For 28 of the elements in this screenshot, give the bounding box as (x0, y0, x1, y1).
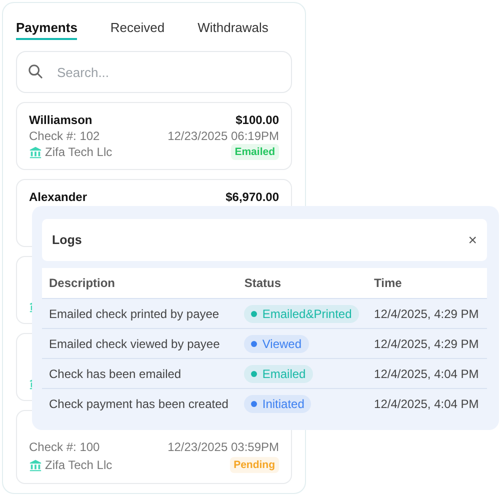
date: 12/23/2025 06:19PM (168, 129, 279, 143)
status-badge: Pending (230, 457, 279, 473)
column-header: Description (42, 268, 238, 298)
status-badge: Viewed (244, 334, 309, 352)
table-cell: Emailed check viewed by payee (42, 328, 238, 358)
check-number: Check #: 100 (29, 440, 100, 454)
status-badge: Emailed (230, 144, 279, 160)
amount: $6,970.00 (226, 190, 279, 204)
column-header: Status (237, 268, 368, 298)
check-number: Check #: 102 (29, 129, 100, 143)
table-cell: Emailed check printed by payee (42, 298, 238, 328)
table-cell: 12/4/2025, 4:04 PM (367, 388, 487, 418)
date: 12/23/2025 03:59PM (168, 440, 279, 454)
table-cell: 12/4/2025, 4:29 PM (367, 328, 487, 358)
status-badge: Initiated (244, 394, 312, 412)
table-cell: 12/4/2025, 4:29 PM (367, 298, 487, 328)
column-header: Time (367, 268, 487, 298)
bank-name: Zifa Tech Llc (45, 458, 112, 472)
table-cell: Check has been emailed (42, 358, 238, 388)
status-badge: Emailed (244, 364, 313, 382)
dialog-title: Logs (52, 233, 82, 247)
payee-name: Williamson (29, 113, 92, 127)
bank-name: Zifa Tech Llc (45, 145, 112, 159)
table-cell: 12/4/2025, 4:04 PM (367, 358, 487, 388)
payee-name: Alexander (29, 190, 88, 204)
table-cell: Check payment has been created (42, 388, 238, 418)
status-badge: Emailed&Printed (244, 304, 359, 322)
amount: $100.00 (236, 113, 279, 127)
